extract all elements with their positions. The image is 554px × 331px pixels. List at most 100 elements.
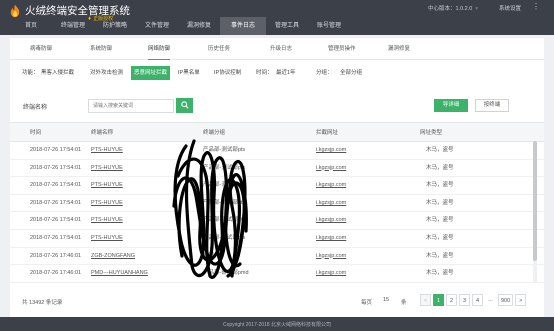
search-input[interactable] (88, 99, 174, 113)
cell-time: 2018-07-26 17:54:01 (30, 182, 82, 189)
scroll-thumb[interactable] (533, 141, 537, 261)
cell-terminal-name[interactable]: ZGB-ZONGFANG (91, 248, 135, 266)
more-icon[interactable]: ⋮ (532, 2, 540, 11)
nav-item-event-log[interactable]: 事件日志 (220, 17, 266, 35)
tab-vuln-fix[interactable]: 漏洞修复 (388, 38, 410, 60)
nav-item-tools[interactable]: 管理工具 (266, 17, 308, 35)
cell-terminal-group: 产品部-测试部pts (203, 217, 246, 224)
cell-time: 2018-07-26 17:46:01 (30, 270, 82, 277)
col-blocked-url[interactable]: 拦截网址 (316, 123, 338, 143)
cell-time: 2018-07-26 17:54:01 (30, 164, 82, 171)
sub-tabs: 病毒防御 系统防御 网络防御 历史任务 升级日志 管理员操作 漏洞修复 (10, 38, 544, 60)
search-row: 终端名称 导详细 按终端 (10, 97, 544, 115)
cell-blocked-url[interactable]: i.kgzsjp.com (316, 212, 346, 230)
cell-terminal-group: 总部 (203, 252, 215, 259)
cell-blocked-url[interactable]: i.kgzsjp.com (316, 142, 346, 160)
filter-malicious-url[interactable]: 恶意网址拦截 (131, 66, 171, 80)
col-url-type[interactable]: 网址类型 (420, 123, 442, 143)
tab-network-defense[interactable]: 网络防御 (148, 38, 171, 60)
cell-blocked-url[interactable]: i.kgzsjp.com (316, 265, 346, 283)
filter-ip-protocol[interactable]: IP协议控制 (214, 66, 241, 80)
cell-url-type: 木马，盗号 (426, 147, 454, 153)
table-row[interactable]: 2018-07-26 17:46:01 PMD---HUYUANHANG 产品部-研… (10, 265, 544, 283)
center-version-dropdown[interactable]: 中心版本：1.0.2.0 ▾ (428, 4, 481, 12)
filter-outbound-attack[interactable]: 对外攻击检测 (90, 66, 123, 80)
app-title: 火绒终端安全管理系统 (25, 5, 130, 17)
filter-bar: 功能： 黑客入侵拦截 对外攻击检测 恶意网址拦截 IP黑名单 IP协议控制 时间… (10, 66, 544, 80)
cell-blocked-url[interactable]: i.kgzsjp.com (316, 230, 346, 248)
page-button-3[interactable]: 3 (459, 294, 470, 306)
cell-terminal-name[interactable]: PTS-HUYUE (91, 177, 123, 195)
by-terminal-button[interactable]: 按终端 (475, 99, 509, 112)
nav-item-vuln[interactable]: 漏洞修复 (178, 17, 220, 35)
nav-item-terminals[interactable]: 终端管理 (52, 17, 94, 35)
per-page-unit: 条 (401, 300, 407, 306)
search-button[interactable] (176, 98, 193, 113)
time-label: 时间： (256, 70, 273, 76)
time-select[interactable]: 最近1年 (276, 66, 296, 80)
col-time[interactable]: 时间 (30, 123, 41, 143)
cell-time: 2018-07-26 17:54:01 (30, 199, 82, 206)
table-body: 2018-07-26 17:54:01 PTS-HUYUE 产品部-测试部pts i.… (10, 142, 544, 283)
cell-terminal-name[interactable]: PTS-HUYUE (91, 142, 123, 160)
export-detail-button[interactable]: 导详细 (434, 99, 468, 112)
table-scrollbar[interactable] (533, 141, 537, 283)
col-terminal-name[interactable]: 终端名称 (91, 123, 113, 143)
cell-url-type: 木马，盗号 (426, 270, 454, 277)
cell-terminal-group: 产品部-测试部pts (203, 164, 246, 171)
cell-terminal-name[interactable]: PTS-HUYUE (91, 195, 123, 213)
group-select[interactable]: 全部分组 (340, 66, 362, 80)
nav-item-policy[interactable]: 防护策略 (94, 17, 136, 35)
cell-terminal-group: 产品部-测试部pts (203, 182, 246, 189)
cell-url-type: 木马，盗号 (426, 234, 454, 241)
cell-terminal-name[interactable]: PTS-HUYUE (91, 212, 123, 230)
event-table: 时间 终端名称 终端分组 拦截网址 网址类型 2018-07-26 17:54:… (10, 122, 544, 283)
tab-admin-ops[interactable]: 管理员操作 (328, 38, 356, 60)
tab-upgrade-log[interactable]: 升级日志 (270, 38, 292, 60)
cell-terminal-name[interactable]: PMD---HUYUANHANG (91, 265, 148, 283)
table-header: 时间 终端名称 终端分组 拦截网址 网址类型 (10, 122, 544, 142)
cell-time: 2018-07-26 17:54:01 (30, 234, 82, 241)
main-panel: 病毒防御 系统防御 网络防御 历史任务 升级日志 管理员操作 漏洞修复 功能： … (10, 38, 544, 317)
per-page-select[interactable]: 15 (377, 294, 395, 307)
cell-terminal-group: 产品部-研发部pmd (203, 270, 249, 277)
next-page-button[interactable]: > (515, 294, 527, 306)
page-button-2[interactable]: 2 (446, 294, 457, 306)
page-button-4[interactable]: 4 (472, 294, 483, 306)
table-row[interactable]: 2018-07-26 17:54:01 PTS-HUYUE 产品部-测试部pts i.… (10, 142, 544, 160)
tab-virus-defense[interactable]: 病毒防御 (30, 38, 52, 60)
tab-system-defense[interactable]: 系统防御 (90, 38, 112, 60)
cell-blocked-url[interactable]: i.kgzsjp.com (316, 195, 346, 213)
flame-logo-icon (10, 4, 20, 17)
tab-history-tasks[interactable]: 历史任务 (208, 38, 230, 60)
table-row[interactable]: 2018-07-26 17:54:01 PTS-HUYUE 产品部-测试部pts i.… (10, 160, 544, 178)
table-row[interactable]: 2018-07-26 17:46:01 ZGB-ZONGFANG 总部 i.kgzsj… (10, 248, 544, 266)
table-row[interactable]: 2018-07-26 17:54:01 PTS-HUYUE 产品部-测试部pts i.… (10, 195, 544, 213)
table-row[interactable]: 2018-07-26 17:54:01 PTS-HUYUE 产品部-测试部pts i.… (10, 230, 544, 248)
nav-item-home[interactable]: 首页 (10, 17, 52, 35)
filter-ip-blacklist[interactable]: IP黑名单 (178, 66, 200, 80)
total-count: 共 13492 条记录 (22, 300, 63, 306)
cell-url-type: 木马，盗号 (426, 252, 454, 259)
nav-item-files[interactable]: 文件管理 (136, 17, 178, 35)
cell-blocked-url[interactable]: i.kgzsjp.com (316, 160, 346, 178)
filter-hacker-intrusion[interactable]: 黑客入侵拦截 (41, 66, 74, 80)
table-row[interactable]: 2018-07-26 17:54:01 PTS-HUYUE 产品部-测试部pts i.… (10, 177, 544, 195)
group-label: 分组： (316, 70, 333, 76)
cell-terminal-group: 产品部-测试部pts (203, 147, 246, 153)
settings-link[interactable]: 系统设置 (499, 4, 521, 12)
prev-page-button[interactable]: < (420, 294, 431, 306)
cell-url-type: 木马，盗号 (426, 164, 454, 171)
col-terminal-group[interactable]: 终端分组 (203, 123, 225, 143)
top-bar: 火绒终端安全管理系统 ♦ 正版授权 中心版本：1.0.2.0 ▾ 系统设置 ⋮ 首… (0, 0, 554, 35)
cell-blocked-url[interactable]: i.kgzsjp.com (316, 177, 346, 195)
nav-item-accounts[interactable]: 账号管理 (308, 17, 350, 35)
cell-url-type: 木马，盗号 (426, 182, 454, 189)
table-row[interactable]: 2018-07-26 17:54:01 PTS-HUYUE 产品部-测试部pts i.… (10, 212, 544, 230)
cell-blocked-url[interactable]: i.kgzsjp.com (316, 248, 346, 266)
cell-terminal-name[interactable]: PTS-HUYUE (91, 160, 123, 178)
cell-terminal-name[interactable]: PTS-HUYUE (91, 230, 123, 248)
page-button-900[interactable]: 900 (498, 294, 514, 306)
cell-time: 2018-07-26 17:46:01 (30, 252, 82, 259)
page-button-1[interactable]: 1 (433, 294, 444, 306)
